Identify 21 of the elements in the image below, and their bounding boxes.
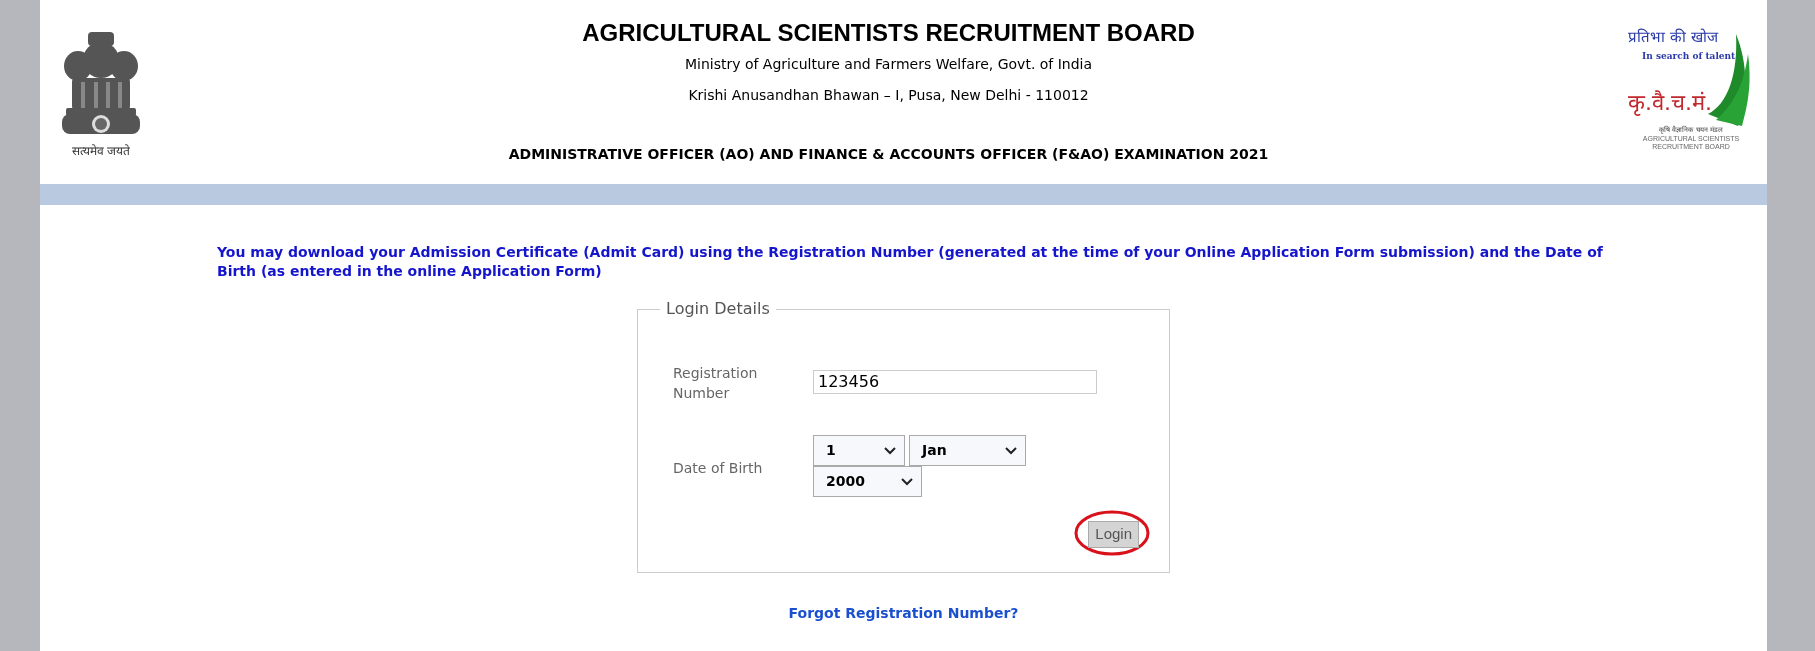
chevron-down-icon xyxy=(884,446,896,455)
emblem-motto: सत्यमेव जयते xyxy=(71,143,131,160)
instructions-text: You may download your Admission Certificate (Admit Card) using the Registration Number (generated at the time of your Online Application Form submission) and the Date of Birth (as entered in the online Application Form) xyxy=(217,243,1604,281)
logo-hindi-tagline: प्रतिभा की खोज xyxy=(1628,28,1718,46)
exam-title: ADMINISTRATIVE OFFICER (AO) AND FINANCE & ACCOUNTS OFFICER (F&AO) EXAMINATION 2021 xyxy=(508,145,1269,164)
dob-label: Date of Birth xyxy=(673,459,764,478)
chevron-down-icon xyxy=(901,477,913,486)
date-select[interactable]: 1 xyxy=(813,435,905,466)
address-text: Krishi Anusandhan Bhawan – I, Pusa, New Delhi - 110012 xyxy=(688,86,1089,105)
forgot-registration-link[interactable]: Forgot Registration Number? xyxy=(788,603,1019,624)
logo-acronym: कृ.वै.च.मं. xyxy=(1628,89,1712,118)
date-select[interactable]: Jan xyxy=(909,435,1026,466)
registration-field[interactable]: 123456 xyxy=(813,370,1097,394)
logo-english-tagline: In search of talent xyxy=(1642,50,1736,63)
registration-label: Registration Number xyxy=(673,364,759,403)
chevron-down-icon xyxy=(1005,446,1017,455)
board-title: AGRICULTURAL SCIENTISTS RECRUITMENT BOARD xyxy=(582,18,1195,48)
date-select[interactable]: 2000 xyxy=(813,466,922,497)
login-button[interactable]: Login xyxy=(1088,521,1139,548)
ministry-text: Ministry of Agriculture and Farmers Welfare, Govt. of India xyxy=(684,55,1093,74)
login-legend: Login Details xyxy=(660,297,776,321)
